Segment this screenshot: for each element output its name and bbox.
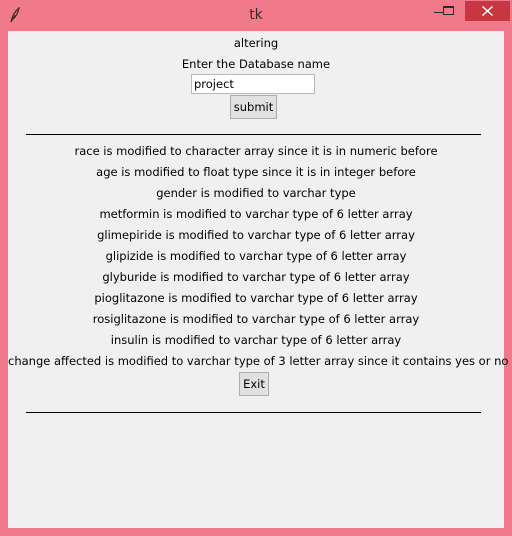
message-label: age is modified to float type since it i…: [96, 165, 416, 179]
message-label: glyburide is modified to varchar type of…: [102, 270, 410, 284]
message-label: insulin is modified to varchar type of 6…: [110, 333, 402, 347]
bottom-separator: [26, 412, 481, 413]
title-bar[interactable]: tk: [0, 0, 512, 31]
database-prompt-label: Enter the Database name: [181, 57, 331, 71]
message-label: metformin is modified to varchar type of…: [99, 207, 413, 221]
message-label: race is modified to character array sinc…: [74, 144, 438, 158]
message-label: pioglitazone is modified to varchar type…: [94, 291, 418, 305]
heading-label: altering: [233, 36, 279, 50]
database-name-input[interactable]: [191, 74, 315, 94]
client-area: altering Enter the Database name submit …: [8, 31, 509, 528]
submit-button[interactable]: submit: [230, 95, 277, 119]
maximize-button[interactable]: [433, 1, 462, 21]
message-label: glimepiride is modified to varchar type …: [97, 228, 415, 242]
message-label: change affected is modified to varchar t…: [8, 354, 509, 368]
tk-window: tk altering Enter the Database name subm…: [0, 0, 512, 536]
exit-button[interactable]: Exit: [239, 372, 269, 396]
close-button[interactable]: [465, 1, 510, 21]
close-icon: [481, 5, 494, 17]
message-label: gender is modified to varchar type: [156, 186, 356, 200]
message-label: rosiglitazone is modified to varchar typ…: [92, 312, 420, 326]
message-label: glipizide is modified to varchar type of…: [105, 249, 407, 263]
top-separator: [26, 134, 481, 135]
maximize-icon: [443, 6, 454, 15]
